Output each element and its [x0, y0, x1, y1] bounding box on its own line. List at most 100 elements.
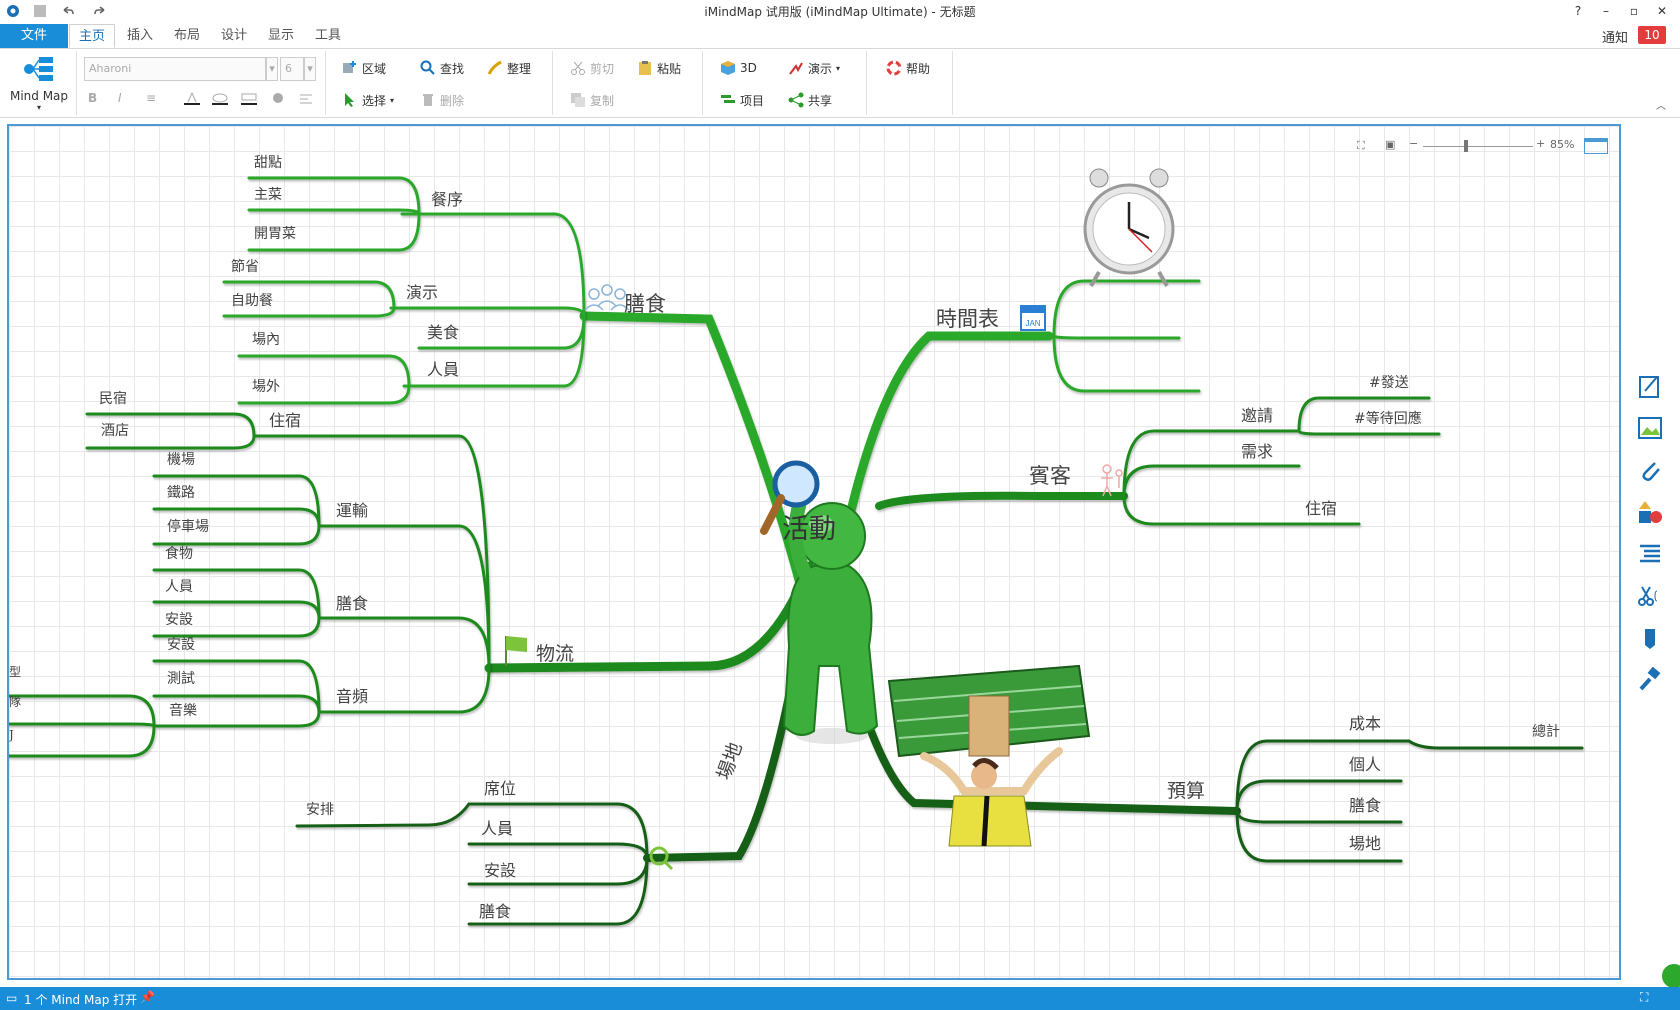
topic-arrange[interactable]: 安排 — [306, 803, 334, 817]
attachment-icon[interactable] — [1634, 454, 1666, 486]
notify-label[interactable]: 通知 — [1602, 27, 1628, 46]
tag-icon[interactable] — [1634, 622, 1666, 654]
pin-icon[interactable]: 📌 — [140, 990, 155, 1004]
mindmap-button[interactable]: Mind Map ▾ — [8, 51, 70, 115]
topic-budget-meals[interactable]: 膳食 — [1349, 798, 1381, 814]
topic-budget[interactable]: 預算 — [1167, 782, 1205, 801]
topic-parking[interactable]: 停車場 — [167, 520, 209, 534]
collapse-ribbon-icon[interactable]: ︿ — [1656, 97, 1666, 112]
share-button[interactable]: 共享 — [788, 89, 832, 111]
topic-cut-team[interactable]: 隊 — [9, 696, 21, 708]
text-color-icon[interactable] — [183, 87, 201, 109]
tab-layout[interactable]: 布局 — [165, 24, 209, 48]
topic-audio[interactable]: 音頻 — [336, 689, 368, 705]
cut-button[interactable]: 剪切 — [570, 57, 614, 79]
tidy-button[interactable]: 整理 — [487, 57, 531, 79]
topic-cost[interactable]: 成本 — [1349, 716, 1381, 732]
topic-railway[interactable]: 鐵路 — [167, 486, 195, 500]
font-size-field[interactable]: 6 — [280, 57, 304, 81]
minimize-button[interactable]: – — [1594, 2, 1618, 20]
topic-seats[interactable]: 席位 — [484, 781, 516, 797]
topic-logistics-food[interactable]: 食物 — [165, 547, 193, 561]
help-button[interactable]: ? — [1566, 2, 1590, 20]
notes-icon[interactable] — [1634, 370, 1666, 402]
zoom-in-button[interactable]: + — [1536, 137, 1545, 150]
topic-needs[interactable]: 需求 — [1241, 444, 1273, 460]
tab-tools[interactable]: 工具 — [306, 24, 350, 48]
topic-music[interactable]: 音樂 — [169, 704, 197, 718]
topic-guest-lodging[interactable]: 住宿 — [1305, 501, 1337, 517]
fit-screen-icon[interactable]: ⛶ — [1357, 139, 1365, 153]
topic-venue-staff[interactable]: 人員 — [481, 821, 513, 837]
project-button[interactable]: 项目 — [720, 89, 764, 111]
fullscreen-icon[interactable]: ⛶ — [1640, 990, 1648, 1005]
topic-logistics-staff[interactable]: 人員 — [165, 580, 193, 594]
topic-test[interactable]: 測試 — [167, 672, 195, 686]
actual-size-icon[interactable]: ▣ — [1385, 138, 1395, 151]
topic-audio-setup[interactable]: 安設 — [167, 638, 195, 652]
bold-icon[interactable]: B — [88, 87, 97, 109]
topic-individual[interactable]: 個人 — [1349, 757, 1381, 773]
topic-waiting[interactable]: #等待回應 — [1354, 412, 1422, 426]
topic-buffet[interactable]: 自助餐 — [231, 294, 273, 308]
topic-transport[interactable]: 運輸 — [336, 503, 368, 519]
zoom-out-button[interactable]: − — [1409, 137, 1418, 150]
topic-hotel[interactable]: 酒店 — [101, 424, 129, 438]
topic-guests[interactable]: 賓客 — [1029, 466, 1071, 487]
topic-send[interactable]: #發送 — [1369, 376, 1409, 390]
format-brush-icon[interactable] — [1634, 664, 1666, 696]
topic-lodging[interactable]: 住宿 — [269, 413, 301, 429]
font-name-field[interactable]: Aharoni — [84, 57, 266, 81]
clear-format-icon[interactable] — [298, 87, 316, 109]
delete-button[interactable]: 删除 — [420, 89, 464, 111]
topic-meals[interactable]: 膳食 — [624, 294, 666, 315]
topic-show[interactable]: 演示 — [406, 285, 438, 301]
close-button[interactable]: ✕ — [1650, 2, 1674, 20]
image-icon[interactable] — [1634, 412, 1666, 444]
outline-icon[interactable] — [1634, 538, 1666, 570]
topic-schedule[interactable]: 時間表 — [936, 309, 999, 330]
tab-home[interactable]: 主页 — [69, 24, 115, 48]
topic-cut-j[interactable]: J — [9, 729, 14, 741]
topic-dessert[interactable]: 甜點 — [254, 156, 282, 170]
panel-toggle-icon[interactable] — [1584, 138, 1608, 154]
topic-airport[interactable]: 機場 — [167, 453, 195, 467]
italic-icon[interactable]: I — [118, 87, 122, 109]
corner-status-icon[interactable] — [1660, 962, 1680, 990]
paste-button[interactable]: 粘贴 — [637, 57, 681, 79]
topic-logistics-meals[interactable]: 膳食 — [336, 596, 368, 612]
select-button[interactable]: 选择 ▾ — [342, 89, 394, 111]
line-color-icon[interactable] — [240, 87, 258, 109]
tab-design[interactable]: 设计 — [212, 24, 256, 48]
topic-venue-meals[interactable]: 膳食 — [479, 904, 511, 920]
copy-button[interactable]: 复制 — [570, 89, 614, 111]
topic-venue-setup[interactable]: 安設 — [484, 863, 516, 879]
align-icon[interactable]: ≡ — [146, 87, 156, 109]
tab-insert[interactable]: 插入 — [118, 24, 162, 48]
topic-appetizer[interactable]: 開胃菜 — [254, 227, 296, 241]
topic-main-dish[interactable]: 主菜 — [254, 188, 282, 202]
3d-button[interactable]: 3D — [720, 57, 757, 79]
topic-total[interactable]: 總計 — [1532, 725, 1560, 739]
topic-food[interactable]: 美食 — [427, 325, 459, 341]
region-button[interactable]: 区域 — [342, 57, 386, 79]
topic-meal-order[interactable]: 餐序 — [431, 192, 463, 208]
shapes-icon[interactable] — [1634, 496, 1666, 528]
topic-bnb[interactable]: 民宿 — [99, 392, 127, 406]
topic-budget-venue[interactable]: 場地 — [1349, 836, 1381, 852]
style-icon[interactable] — [270, 87, 288, 109]
scissors-code-icon[interactable] — [1634, 580, 1666, 612]
topic-meal-staff[interactable]: 人員 — [427, 362, 459, 378]
zoom-slider-track[interactable] — [1423, 146, 1533, 147]
topic-cut-type[interactable]: 型 — [9, 666, 21, 678]
central-topic[interactable]: 活動 — [782, 516, 836, 543]
tab-view[interactable]: 显示 — [259, 24, 303, 48]
font-size-dropdown[interactable]: ▾ — [304, 57, 316, 81]
restore-button[interactable]: ▫ — [1622, 2, 1646, 20]
notify-badge[interactable]: 10 — [1638, 26, 1666, 44]
tab-file[interactable]: 文件 — [0, 24, 68, 48]
present-button[interactable]: 演示 ▾ — [788, 57, 840, 79]
topic-logistics-setup[interactable]: 安設 — [165, 613, 193, 627]
topic-logistics[interactable]: 物流 — [536, 645, 574, 664]
fill-color-icon[interactable] — [211, 87, 229, 109]
